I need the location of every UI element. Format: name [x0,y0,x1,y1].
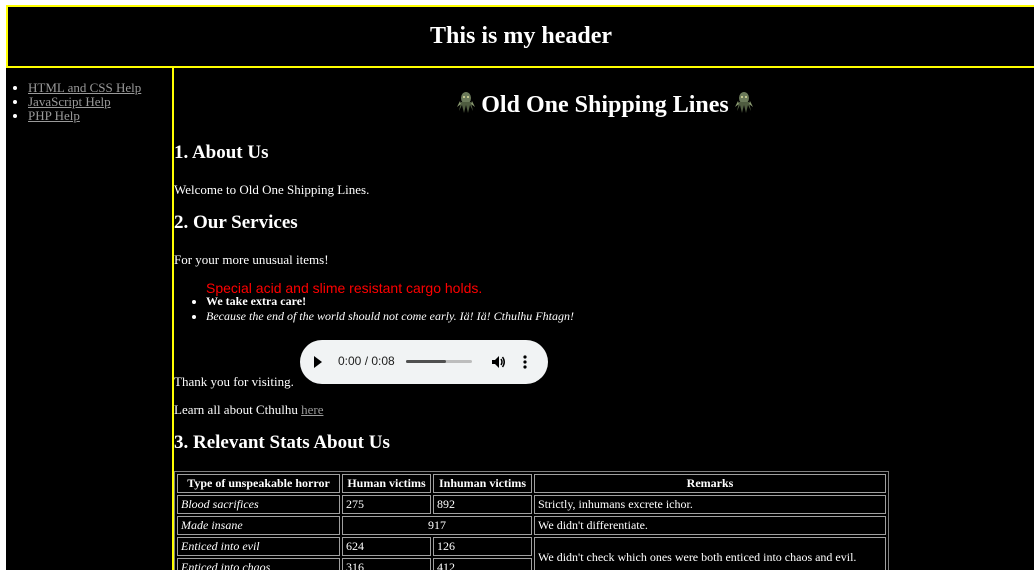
table-header-row: Type of unspeakable horror Human victims… [177,474,886,493]
table-cell: 275 [342,495,431,514]
table-cell: Strictly, inhumans excrete ichor. [534,495,886,514]
learn-more-prefix: Learn all about Cthulhu [174,402,302,417]
sidebar-link-php[interactable]: PHP Help [28,108,80,123]
sidebar-link-html-css[interactable]: HTML and CSS Help [28,80,141,95]
service-item: Because the end of the world should not … [206,309,574,324]
column-header: Human victims [342,474,431,493]
column-header: Type of unspeakable horror [177,474,340,493]
cthulhu-icon [457,92,476,113]
sidebar: HTML and CSS Help JavaScript Help PHP He… [6,68,170,570]
page-header: This is my header [6,5,1034,68]
table-cell: We didn't differentiate. [534,516,886,535]
table-cell: 412 [433,558,532,570]
table-cell: 917 [342,516,532,535]
page-title-text: Old One Shipping Lines [481,92,729,118]
stats-table: Type of unspeakable horror Human victims… [174,471,889,570]
service-list: We take extra care! Because the end of t… [174,294,574,324]
table-row: Blood sacrifices 275 892 Strictly, inhum… [177,495,886,514]
table-cell: 126 [433,537,532,556]
audio-progress-fill [406,360,446,363]
table-cell: Enticed into chaos [177,558,340,570]
section-title-services: 2. Our Services [174,212,298,233]
play-icon[interactable] [314,356,322,368]
table-row: Made insane 917 We didn't differentiate. [177,516,886,535]
table-row: Enticed into evil 624 126 We didn't chec… [177,537,886,570]
column-header: Inhuman victims [433,474,532,493]
audio-player[interactable]: 0:00 / 0:08 [300,340,548,384]
sidebar-link-javascript[interactable]: JavaScript Help [28,94,111,109]
services-text: For your more unusual items! [174,252,329,267]
table-cell: 624 [342,537,431,556]
more-options-icon[interactable] [522,354,528,370]
page: This is my header HTML and CSS Help Java… [6,5,1034,570]
learn-more-link[interactable]: here [301,402,323,417]
service-item: We take extra care! [206,294,574,309]
sidebar-nav: HTML and CSS Help JavaScript Help PHP He… [6,81,170,123]
table-cell: Made insane [177,516,340,535]
learn-more-text: Learn all about Cthulhu here [174,402,323,418]
section-title-stats: 3. Relevant Stats About Us [174,432,390,453]
table-cell: We didn't check which ones were both ent… [534,537,886,570]
volume-icon[interactable] [490,354,506,370]
sidebar-item-php: PHP Help [28,109,170,123]
audio-time: 0:00 / 0:08 [338,354,395,368]
page-title: Old One Shipping Lines [174,91,1034,119]
table-cell: Enticed into evil [177,537,340,556]
table-cell: 892 [433,495,532,514]
audio-progress-bar[interactable] [406,360,472,363]
section-title-about: 1. About Us [174,142,269,163]
thank-you-text: Thank you for visiting. [174,374,294,389]
column-header: Remarks [534,474,886,493]
table-cell: Blood sacrifices [177,495,340,514]
table-cell: 316 [342,558,431,570]
about-text: Welcome to Old One Shipping Lines. [174,182,370,197]
sidebar-item-javascript: JavaScript Help [28,95,170,109]
cthulhu-icon [734,92,753,113]
main-content: Old One Shipping Lines 1. About Us Welco… [172,68,1034,570]
sidebar-item-html-css: HTML and CSS Help [28,81,170,95]
header-title: This is my header [429,23,612,49]
